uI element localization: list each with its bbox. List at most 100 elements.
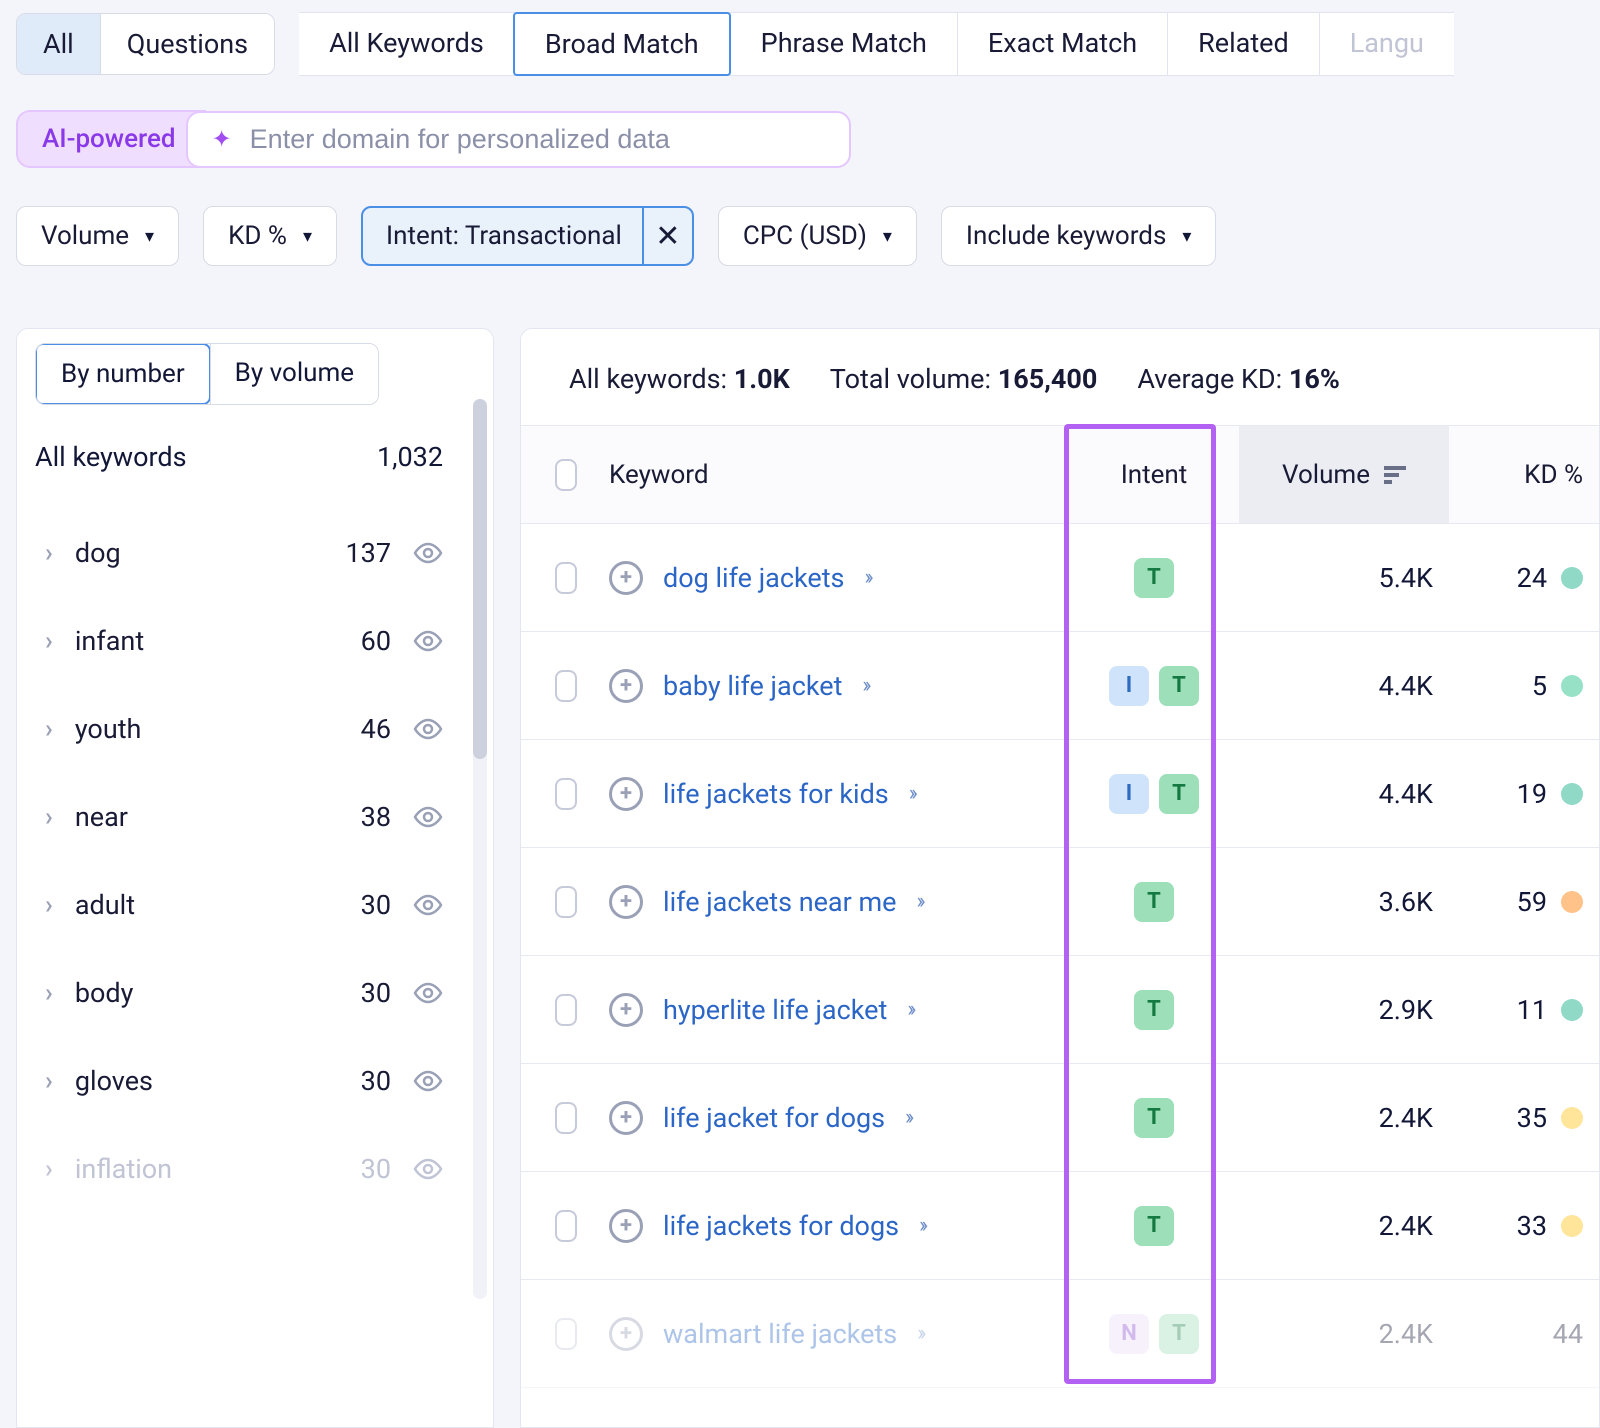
row-checkbox[interactable] (555, 778, 577, 810)
eye-icon[interactable] (413, 982, 443, 1004)
eye-icon[interactable] (413, 630, 443, 652)
row-checkbox[interactable] (555, 994, 577, 1026)
col-volume[interactable]: Volume (1239, 426, 1449, 523)
keyword-link[interactable]: life jackets near me (663, 886, 896, 918)
chevron-down-icon: ▾ (303, 226, 312, 247)
sidebar-item-youth[interactable]: ›youth46 (17, 685, 493, 773)
mode-by-volume[interactable]: By volume (210, 344, 378, 404)
intent-badge-i: I (1109, 774, 1149, 814)
intent-badge-n: N (1109, 1314, 1149, 1354)
filter-intent[interactable]: Intent: Transactional ✕ (361, 206, 694, 266)
keyword-link[interactable]: dog life jackets (663, 562, 845, 594)
tab-languages-truncated[interactable]: Langu (1319, 13, 1454, 75)
open-keyword-icon[interactable]: ›› (916, 889, 921, 914)
open-keyword-icon[interactable]: ›› (905, 1105, 910, 1130)
sidebar-scroll-thumb[interactable] (473, 399, 487, 759)
eye-icon[interactable] (413, 718, 443, 740)
open-keyword-icon[interactable]: ›› (862, 673, 867, 698)
keyword-link[interactable]: life jacket for dogs (663, 1102, 885, 1134)
add-keyword-icon[interactable]: + (609, 1317, 643, 1351)
col-intent[interactable]: Intent (1069, 426, 1239, 523)
chevron-right-icon: › (45, 538, 53, 568)
filter-include-keywords[interactable]: Include keywords ▾ (941, 206, 1217, 266)
chevron-down-icon: ▾ (145, 226, 154, 247)
close-icon[interactable]: ✕ (642, 208, 692, 264)
open-keyword-icon[interactable]: ›› (907, 997, 912, 1022)
row-checkbox[interactable] (555, 1102, 577, 1134)
sidebar-item-infant[interactable]: ›infant60 (17, 597, 493, 685)
add-keyword-icon[interactable]: + (609, 1101, 643, 1135)
eye-icon[interactable] (413, 1070, 443, 1092)
col-keyword[interactable]: Keyword (593, 426, 1069, 523)
sidebar-item-near[interactable]: ›near38 (17, 773, 493, 861)
select-all-checkbox[interactable] (555, 459, 577, 491)
open-keyword-icon[interactable]: ›› (917, 1321, 922, 1346)
add-keyword-icon[interactable]: + (609, 885, 643, 919)
tab-all-keywords[interactable]: All Keywords (299, 13, 514, 75)
volume-value: 4.4K (1379, 778, 1433, 810)
row-checkbox[interactable] (555, 562, 577, 594)
tab-exact-match[interactable]: Exact Match (957, 13, 1167, 75)
intent-badge-t: T (1134, 1098, 1174, 1138)
col-kd[interactable]: KD % (1449, 426, 1599, 523)
sidebar-item-label: body (75, 977, 134, 1009)
add-keyword-icon[interactable]: + (609, 561, 643, 595)
intent-badge-t: T (1134, 990, 1174, 1030)
sidebar-item-dog[interactable]: ›dog137 (17, 509, 493, 597)
chevron-right-icon: › (45, 802, 53, 832)
chevron-right-icon: › (45, 714, 53, 744)
kd-difficulty-dot (1561, 567, 1583, 589)
chevron-right-icon: › (45, 890, 53, 920)
sidebar-item-label: youth (75, 713, 142, 745)
kd-value: 35 (1517, 1102, 1547, 1134)
table-row: + hyperlite life jacket ›› T 2.9K 11 (521, 956, 1599, 1064)
sort-desc-icon (1384, 466, 1406, 484)
tab-related[interactable]: Related (1167, 13, 1319, 75)
keyword-link[interactable]: baby life jacket (663, 670, 842, 702)
add-keyword-icon[interactable]: + (609, 993, 643, 1027)
kd-value: 11 (1517, 994, 1547, 1026)
volume-value: 4.4K (1379, 670, 1433, 702)
eye-icon[interactable] (413, 542, 443, 564)
sidebar: By number By volume All keywords 1,032 ›… (16, 328, 494, 1428)
tab-broad-match[interactable]: Broad Match (513, 12, 731, 76)
ai-domain-input-wrap[interactable]: ✦ (186, 111, 851, 168)
sidebar-item-count: 60 (361, 625, 391, 657)
sidebar-item-adult[interactable]: ›adult30 (17, 861, 493, 949)
tab-questions[interactable]: Questions (100, 14, 274, 74)
ai-domain-input[interactable] (248, 123, 829, 156)
tab-phrase-match[interactable]: Phrase Match (730, 13, 957, 75)
open-keyword-icon[interactable]: ›› (865, 565, 870, 590)
add-keyword-icon[interactable]: + (609, 777, 643, 811)
sidebar-item-inflation[interactable]: ›inflation30 (17, 1125, 493, 1213)
keyword-link[interactable]: life jackets for dogs (663, 1210, 899, 1242)
tab-all[interactable]: All (17, 14, 100, 74)
keyword-link[interactable]: hyperlite life jacket (663, 994, 887, 1026)
row-checkbox[interactable] (555, 670, 577, 702)
volume-value: 2.9K (1379, 994, 1433, 1026)
sidebar-scrollbar[interactable] (473, 399, 487, 1299)
kd-difficulty-dot (1561, 1215, 1583, 1237)
add-keyword-icon[interactable]: + (609, 669, 643, 703)
chevron-right-icon: › (45, 626, 53, 656)
sidebar-item-body[interactable]: ›body30 (17, 949, 493, 1037)
kd-difficulty-dot (1561, 999, 1583, 1021)
sidebar-item-gloves[interactable]: ›gloves30 (17, 1037, 493, 1125)
kd-value: 59 (1517, 886, 1547, 918)
eye-icon[interactable] (413, 1158, 443, 1180)
row-checkbox[interactable] (555, 1210, 577, 1242)
mode-by-number[interactable]: By number (35, 343, 211, 405)
add-keyword-icon[interactable]: + (609, 1209, 643, 1243)
open-keyword-icon[interactable]: ›› (919, 1213, 924, 1238)
open-keyword-icon[interactable]: ›› (909, 781, 914, 806)
filter-volume[interactable]: Volume ▾ (16, 206, 179, 266)
chevron-right-icon: › (45, 1154, 53, 1184)
filter-cpc[interactable]: CPC (USD) ▾ (718, 206, 917, 266)
volume-value: 3.6K (1379, 886, 1433, 918)
row-checkbox[interactable] (555, 886, 577, 918)
keyword-link[interactable]: life jackets for kids (663, 778, 889, 810)
filter-kd[interactable]: KD % ▾ (203, 206, 337, 266)
eye-icon[interactable] (413, 894, 443, 916)
eye-icon[interactable] (413, 806, 443, 828)
table-row: +life jackets near me››T3.6K59 (521, 848, 1599, 956)
